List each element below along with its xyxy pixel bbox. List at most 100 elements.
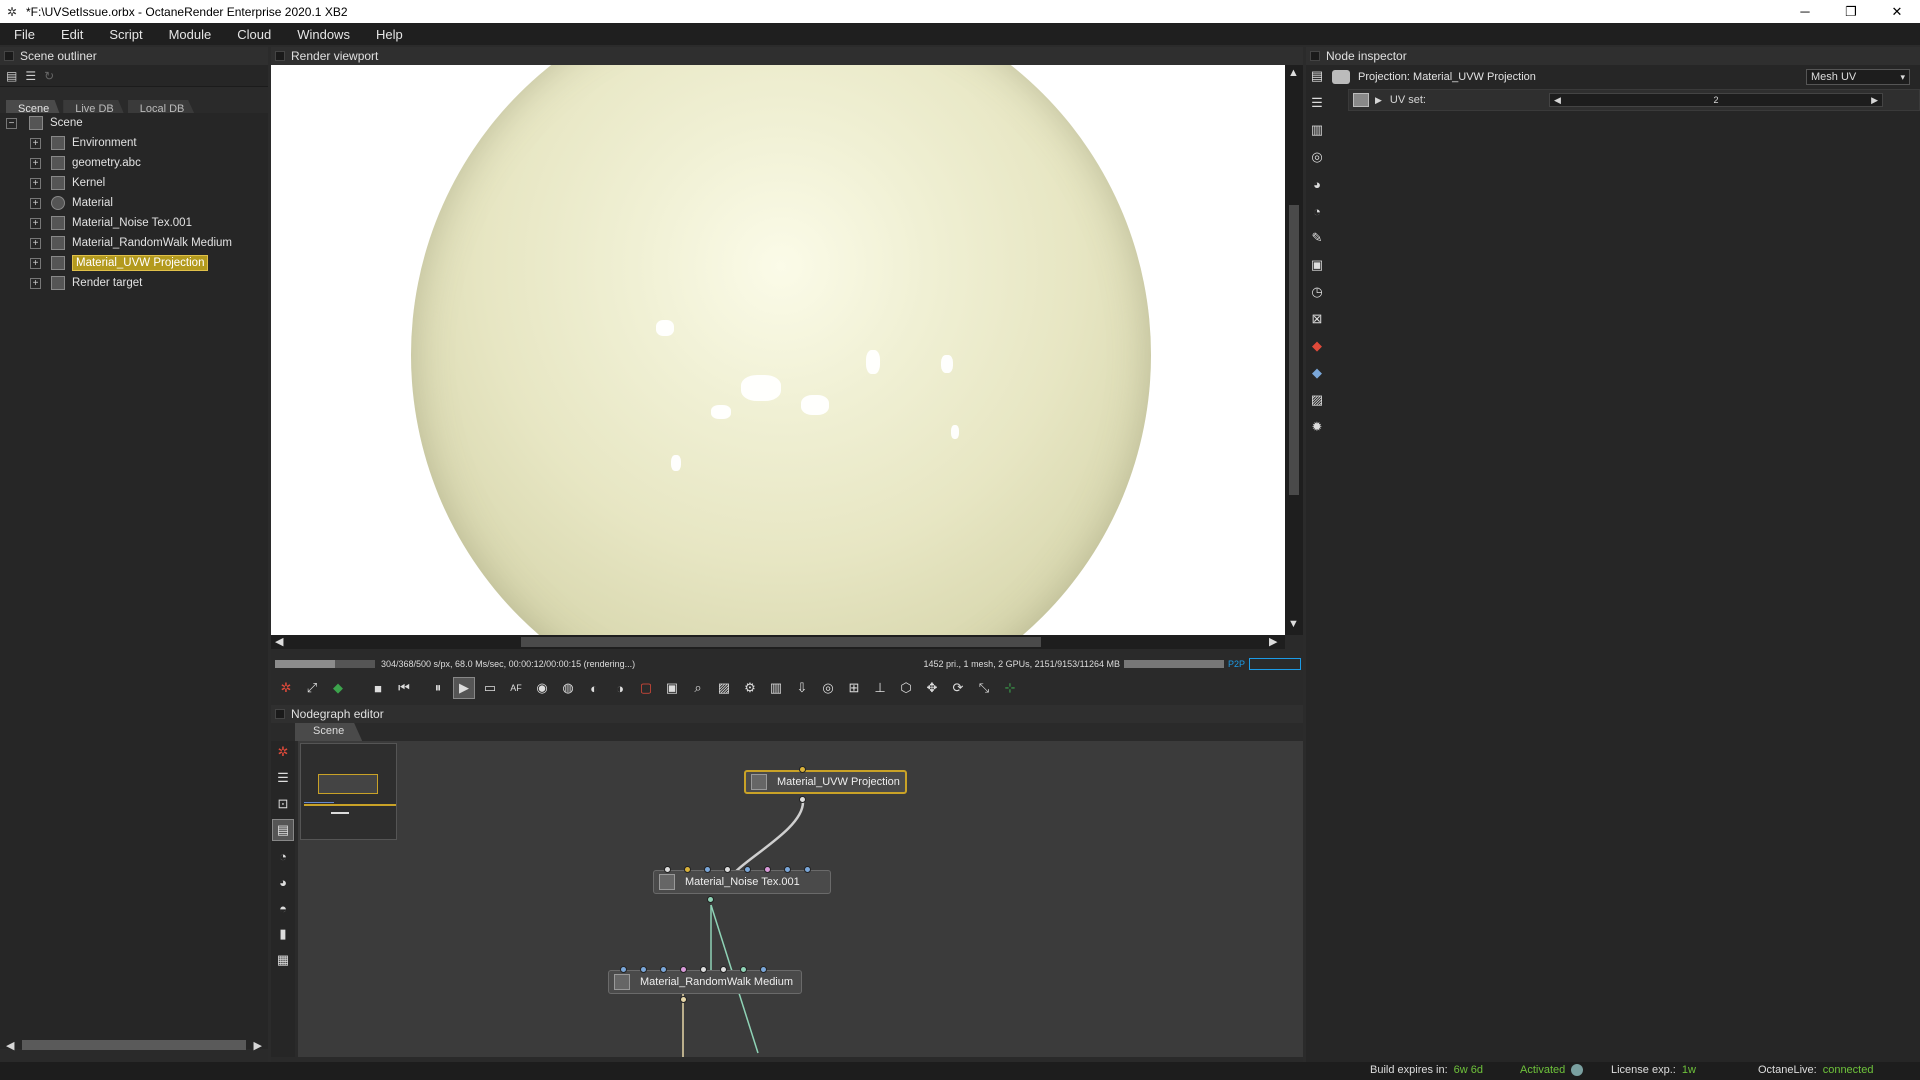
minimize-button[interactable]: ─ xyxy=(1782,0,1828,23)
input-pin[interactable] xyxy=(724,866,731,873)
render-settings-icon[interactable]: ▥ xyxy=(1306,119,1328,141)
scale-icon[interactable]: ⤡ xyxy=(973,677,995,699)
expand-icon[interactable]: + xyxy=(30,257,41,269)
panel-toggle[interactable] xyxy=(275,709,285,719)
kernel-icon[interactable]: ▣ xyxy=(1306,254,1328,276)
material-picker-icon[interactable]: ◐ xyxy=(583,677,605,699)
panel-toggle[interactable] xyxy=(1310,51,1320,61)
scroll-down-icon[interactable]: ▼ xyxy=(1288,618,1299,630)
tree-item-kernel[interactable]: + Kernel xyxy=(0,173,268,193)
scrollbar-thumb[interactable] xyxy=(1289,205,1299,495)
move-icon[interactable]: ✥ xyxy=(921,677,943,699)
viewport-hscrollbar[interactable]: ◀ ▶ xyxy=(271,635,1285,649)
save-render-icon[interactable]: ▥ xyxy=(765,677,787,699)
tree-item-noise-tex[interactable]: + Material_Noise Tex.001 xyxy=(0,213,268,233)
recenter-icon[interactable]: ⤢ xyxy=(301,677,323,699)
input-pin[interactable] xyxy=(704,866,711,873)
menu-script[interactable]: Script xyxy=(101,27,150,42)
list-icon[interactable]: ☰ xyxy=(25,69,36,83)
grid-icon[interactable]: ▦ xyxy=(272,949,294,971)
material-node-icon[interactable]: ◔ xyxy=(272,845,294,867)
decal-icon[interactable]: ⊥ xyxy=(869,677,891,699)
expand-icon[interactable]: + xyxy=(30,237,41,249)
planet-icon[interactable]: ◎ xyxy=(817,677,839,699)
layout-icon[interactable]: ⊡ xyxy=(272,793,294,815)
expand-icon[interactable]: + xyxy=(30,157,41,169)
menu-cloud[interactable]: Cloud xyxy=(229,27,279,42)
tab-scene-graph[interactable]: Scene xyxy=(295,723,363,741)
decrement-icon[interactable]: ◀ xyxy=(1554,95,1561,106)
expand-icon[interactable]: + xyxy=(30,277,41,289)
white-balance-icon[interactable]: ◍ xyxy=(557,677,579,699)
render-viewport[interactable] xyxy=(271,65,1285,635)
stop-icon[interactable]: ■ xyxy=(367,677,389,699)
light-icon[interactable]: ✹ xyxy=(1306,416,1328,438)
imager-icon[interactable]: ◔ xyxy=(1306,200,1328,222)
output-pin[interactable] xyxy=(799,796,806,803)
menu-windows[interactable]: Windows xyxy=(289,27,358,42)
camera-icon[interactable]: ◎ xyxy=(1306,146,1328,168)
octane-icon[interactable]: ✲ xyxy=(272,741,294,763)
tree-item-render-target[interactable]: + Render target xyxy=(0,273,268,293)
collapse-icon[interactable]: − xyxy=(6,117,17,129)
zoom-icon[interactable]: ⌕ xyxy=(687,677,709,699)
outliner-hscrollbar[interactable]: ◀ ▶ xyxy=(6,1038,262,1052)
output-pin[interactable] xyxy=(680,996,687,1003)
region-render-icon[interactable]: ▢ xyxy=(635,677,657,699)
tree-item-uvw-projection[interactable]: + Material_UVW Projection xyxy=(0,253,268,273)
expand-icon[interactable]: + xyxy=(30,177,41,189)
input-pin[interactable] xyxy=(640,966,647,973)
node-noise-tex[interactable]: Material_Noise Tex.001 xyxy=(653,870,831,894)
panel-toggle[interactable] xyxy=(4,51,14,61)
viewport-settings-icon[interactable]: ▭ xyxy=(479,677,501,699)
input-pin[interactable] xyxy=(760,966,767,973)
input-pin[interactable] xyxy=(744,866,751,873)
viewport-vscrollbar[interactable]: ▲ ▼ xyxy=(1285,65,1303,635)
texture-node-icon[interactable]: ◕ xyxy=(272,871,294,893)
export-passes-icon[interactable]: ⇩ xyxy=(791,677,813,699)
clock-icon[interactable]: ◷ xyxy=(1306,281,1328,303)
image-icon[interactable]: ▨ xyxy=(1306,389,1328,411)
list-icon[interactable]: ☰ xyxy=(1306,92,1328,114)
arrange-icon[interactable]: ☰ xyxy=(272,767,294,789)
play-icon[interactable]: ▶ xyxy=(453,677,475,699)
scroll-left-icon[interactable]: ◀ xyxy=(6,1039,14,1052)
environment-icon[interactable]: ◕ xyxy=(1306,173,1328,195)
scrollbar-thumb[interactable] xyxy=(22,1040,246,1050)
refresh-icon[interactable]: ↻ xyxy=(44,69,54,83)
scroll-right-icon[interactable]: ▶ xyxy=(1269,635,1277,648)
node-toggle[interactable] xyxy=(1332,70,1350,84)
expand-icon[interactable]: + xyxy=(30,137,41,149)
input-pin[interactable] xyxy=(620,966,627,973)
render-node-icon[interactable]: ▮ xyxy=(272,923,294,945)
input-pin[interactable] xyxy=(764,866,771,873)
scroll-up-icon[interactable]: ▲ xyxy=(1288,67,1299,79)
input-pin[interactable] xyxy=(684,866,691,873)
tree-item-material[interactable]: + Material xyxy=(0,193,268,213)
node-uvw-projection[interactable]: Material_UVW Projection xyxy=(744,770,907,794)
rotate-icon[interactable]: ⟳ xyxy=(947,677,969,699)
increment-icon[interactable]: ▶ xyxy=(1871,95,1878,106)
input-pin[interactable] xyxy=(664,866,671,873)
scroll-left-icon[interactable]: ◀ xyxy=(275,635,283,648)
material-red-icon[interactable]: ◆ xyxy=(1306,335,1328,357)
node-randomwalk-medium[interactable]: Material_RandomWalk Medium xyxy=(608,970,802,994)
object-picker-icon[interactable]: ◑ xyxy=(609,677,631,699)
restore-button[interactable]: ❐ xyxy=(1828,0,1874,23)
nodegraph-canvas[interactable]: Material_UVW Projection Material_Noise T… xyxy=(298,741,1303,1057)
input-pin[interactable] xyxy=(660,966,667,973)
postproc-icon[interactable]: ⊠ xyxy=(1306,308,1328,330)
save-icon[interactable]: ▤ xyxy=(1306,65,1328,87)
color-picker-icon[interactable]: ◉ xyxy=(531,677,553,699)
scroll-right-icon[interactable]: ▶ xyxy=(254,1039,262,1052)
input-pin[interactable] xyxy=(804,866,811,873)
menu-help[interactable]: Help xyxy=(368,27,411,42)
expand-icon[interactable]: + xyxy=(30,197,41,209)
tree-item-environment[interactable]: + Environment xyxy=(0,133,268,153)
lock-icon[interactable]: ⚙ xyxy=(739,677,761,699)
input-pin[interactable] xyxy=(700,966,707,973)
tree-root-scene[interactable]: − Scene xyxy=(0,113,268,133)
restart-icon[interactable]: ⏮ xyxy=(393,677,415,699)
axis-gizmo-icon[interactable]: ⊹ xyxy=(999,677,1021,699)
uv-set-slider[interactable]: ◀ 2 ▶ xyxy=(1549,93,1883,107)
